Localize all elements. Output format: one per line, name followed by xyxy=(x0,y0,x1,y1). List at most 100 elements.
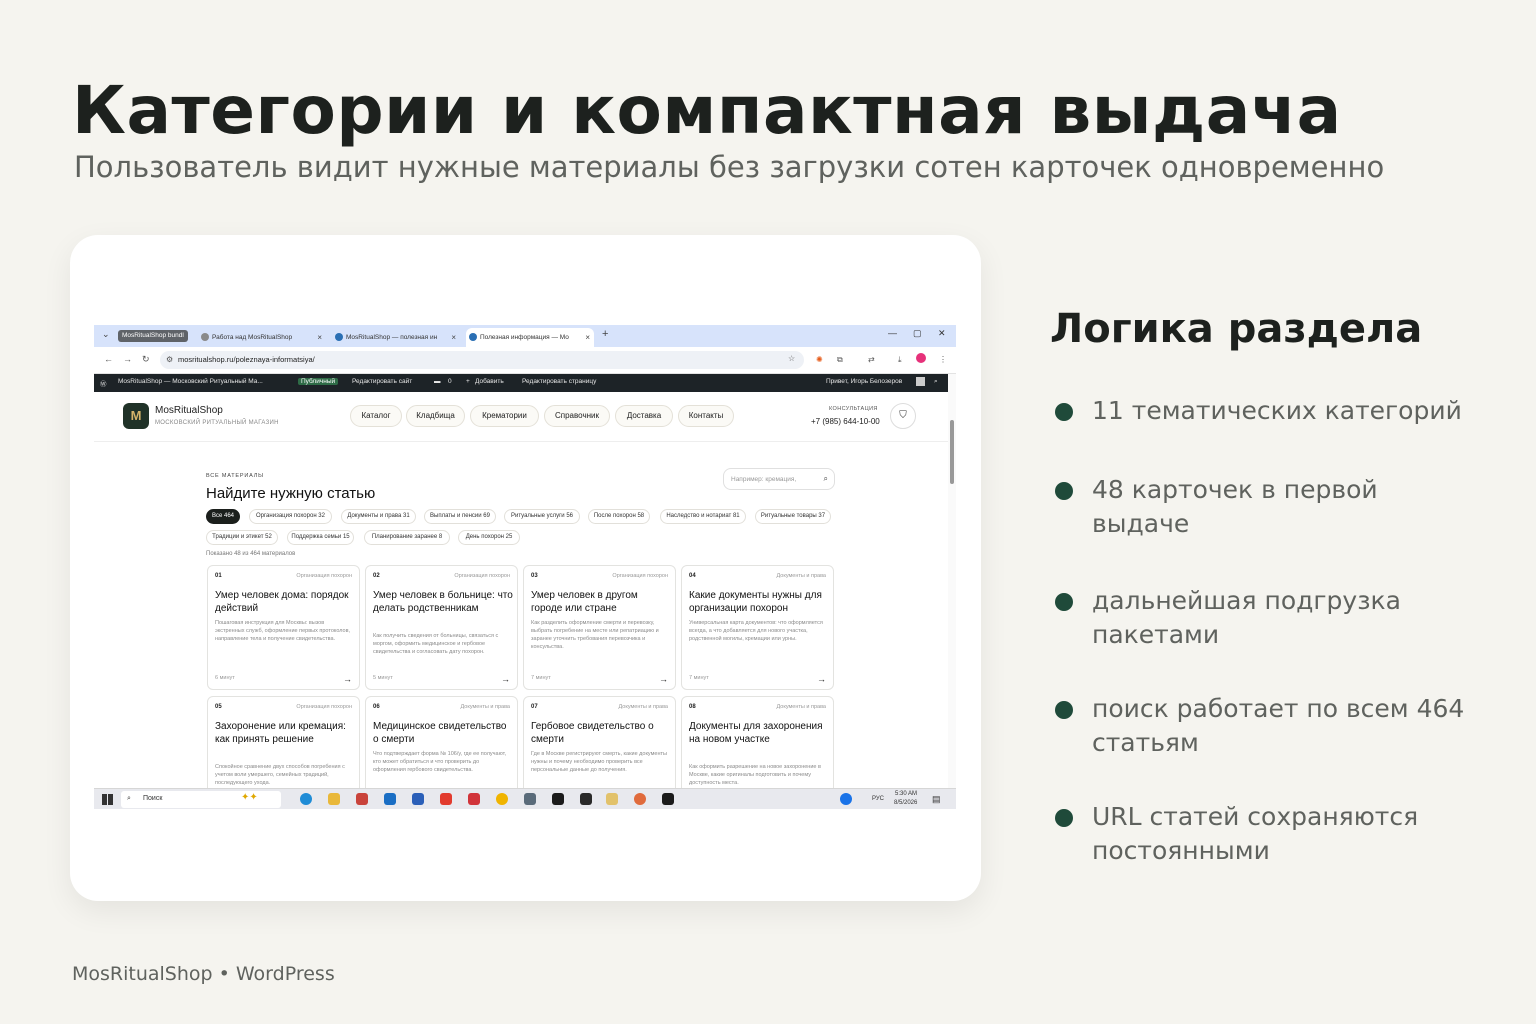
article-card[interactable]: 04 Документы и права Какие документы нуж… xyxy=(681,565,834,690)
calculator-icon[interactable] xyxy=(524,793,536,805)
extension-icon[interactable]: ✺ xyxy=(816,355,823,364)
article-card[interactable]: 01 Организация похорон Умер человек дома… xyxy=(207,565,360,690)
nav-catalog[interactable]: Каталог xyxy=(350,405,402,427)
browser-screenshot: ⌄ MosRitualShop bundl Работа над MosRitu… xyxy=(94,325,956,809)
consult-label: КОНСУЛЬТАЦИЯ xyxy=(829,406,878,412)
close-window-icon[interactable]: ✕ xyxy=(938,328,946,339)
translate-icon[interactable]: ⇄ xyxy=(868,355,875,364)
wp-greeting[interactable]: Привет, Игорь Белозеров xyxy=(826,378,902,385)
windows-start-icon[interactable] xyxy=(102,794,113,805)
claude-icon[interactable] xyxy=(634,793,646,805)
puzzle-icon[interactable]: ⧉ xyxy=(837,355,843,365)
close-icon[interactable]: × xyxy=(585,328,590,347)
phone-link[interactable]: +7 (985) 644-10-00 xyxy=(811,417,880,426)
card-read-time: 5 минут xyxy=(373,675,393,681)
card-read-time: 7 минут xyxy=(531,675,551,681)
sparkle-icon: ✦✦ xyxy=(241,792,258,803)
bullet-text: 11 тематических категорий xyxy=(1092,396,1462,425)
minimize-icon[interactable]: — xyxy=(888,328,897,338)
close-icon[interactable]: × xyxy=(451,328,456,347)
tab-wp-admin[interactable]: MosRitualShop — полезная ин × xyxy=(332,328,460,347)
nav-contacts[interactable]: Контакты xyxy=(678,405,734,427)
bullet-dot-icon xyxy=(1055,482,1073,500)
scrollbar-thumb[interactable] xyxy=(950,420,954,484)
forward-icon[interactable]: → xyxy=(123,354,132,364)
app-h-icon[interactable] xyxy=(580,793,592,805)
tab-work[interactable]: Работа над MosRitualShop × xyxy=(198,328,326,347)
terminal-icon[interactable] xyxy=(552,793,564,805)
article-card[interactable]: 03 Организация похорон Умер человек в др… xyxy=(523,565,676,690)
chip-category[interactable]: День похорон 25 xyxy=(458,530,520,545)
arrow-right-icon[interactable]: → xyxy=(817,674,826,684)
tab-active-page[interactable]: Полезная информация — Mo × xyxy=(466,328,594,347)
clock-date[interactable]: 8/5/2026 xyxy=(894,800,917,806)
clock-time[interactable]: 5:30 AM xyxy=(895,791,917,797)
cart-icon[interactable]: ⛉ xyxy=(890,403,916,429)
chip-all[interactable]: Все 464 xyxy=(206,509,240,524)
taskbar-search[interactable]: ⌕ Поиск ✦✦ xyxy=(121,791,281,808)
search-icon[interactable]: ⌕ xyxy=(824,474,828,484)
nav-cemeteries[interactable]: Кладбища xyxy=(406,405,465,427)
reload-icon[interactable]: ↻ xyxy=(142,354,150,365)
yandex-icon[interactable] xyxy=(440,793,452,805)
arrow-right-icon[interactable]: → xyxy=(343,674,352,684)
chip-category[interactable]: Ритуальные услуги 56 xyxy=(504,509,580,524)
chip-category[interactable]: Традиции и этикет 52 xyxy=(206,530,278,545)
comment-icon[interactable]: ▬ xyxy=(434,378,441,385)
maximize-icon[interactable]: ▢ xyxy=(913,328,922,339)
nav-delivery[interactable]: Доставка xyxy=(615,405,673,427)
new-tab-icon[interactable]: + xyxy=(602,328,608,340)
app-icon[interactable] xyxy=(356,793,368,805)
file-explorer-icon[interactable] xyxy=(328,793,340,805)
notifications-icon[interactable]: ▤ xyxy=(932,794,941,805)
more-menu-icon[interactable]: ⋮ xyxy=(939,355,947,364)
arrow-right-icon[interactable]: → xyxy=(501,674,510,684)
card-category: Организация похорон xyxy=(296,704,352,710)
language-indicator[interactable]: РУС xyxy=(872,796,884,802)
nav-reference[interactable]: Справочник xyxy=(544,405,610,427)
wp-add-new[interactable]: Добавить xyxy=(475,378,504,385)
card-category: Организация похорон xyxy=(454,573,510,579)
back-icon[interactable]: ← xyxy=(104,354,113,364)
profile-avatar-icon[interactable] xyxy=(916,353,926,363)
wp-site-link[interactable]: MosRitualShop — Московский Ритуальный Ма… xyxy=(118,378,263,385)
close-icon[interactable]: × xyxy=(317,328,322,347)
help-icon[interactable] xyxy=(840,793,852,805)
tab-search-icon[interactable]: ⌄ xyxy=(102,329,110,340)
arrow-right-icon[interactable]: → xyxy=(659,674,668,684)
tab-group-label[interactable]: MosRitualShop bundl xyxy=(118,330,188,342)
avatar[interactable] xyxy=(916,377,925,386)
outlook-icon[interactable] xyxy=(384,793,396,805)
chip-category[interactable]: Выплаты и пенсии 69 xyxy=(424,509,496,524)
wp-edit-site[interactable]: Редактировать сайт xyxy=(352,378,412,385)
nav-crematoria[interactable]: Крематории xyxy=(470,405,539,427)
chip-category[interactable]: Поддержка семьи 15 xyxy=(287,530,354,545)
search-icon[interactable]: ⌕ xyxy=(934,378,938,386)
chrome-icon[interactable] xyxy=(496,793,508,805)
terminal-icon[interactable] xyxy=(662,793,674,805)
chip-category[interactable]: Организация похорон 32 xyxy=(249,509,332,524)
chip-category[interactable]: После похорон 58 xyxy=(588,509,650,524)
article-search-input[interactable]: Например: кремация, ⌕ xyxy=(723,468,835,490)
site-info-icon[interactable]: ⚙ xyxy=(166,355,173,364)
plus-icon[interactable]: + xyxy=(466,378,470,385)
logo-name[interactable]: MosRitualShop xyxy=(155,405,223,416)
article-card[interactable]: 02 Организация похорон Умер человек в бо… xyxy=(365,565,518,690)
wordpress-icon[interactable]: Ⓦ xyxy=(100,378,107,388)
chip-category[interactable]: Планирование заранее 8 xyxy=(364,530,450,545)
chip-category[interactable]: Документы и права 31 xyxy=(341,509,416,524)
card-title: Какие документы нужны для организации по… xyxy=(689,590,822,614)
word-icon[interactable] xyxy=(412,793,424,805)
url-field[interactable]: ⚙ mosritualshop.ru/poleznaya-informatsiy… xyxy=(160,351,804,369)
edge-icon[interactable] xyxy=(300,793,312,805)
wp-edit-page[interactable]: Редактировать страницу xyxy=(522,378,596,385)
bookmark-star-icon[interactable]: ☆ xyxy=(788,354,795,363)
chip-category[interactable]: Ритуальные товары 37 xyxy=(755,509,831,524)
wp-comments-count[interactable]: 0 xyxy=(448,378,452,385)
download-icon[interactable]: ⤓ xyxy=(898,355,902,365)
logo-mark[interactable]: M xyxy=(123,403,149,429)
media-player-icon[interactable] xyxy=(606,793,618,805)
bullet-text: дальнейшая подгрузка пакетами xyxy=(1092,586,1401,649)
anydesk-icon[interactable] xyxy=(468,793,480,805)
chip-category[interactable]: Наследство и нотариат 81 xyxy=(660,509,746,524)
